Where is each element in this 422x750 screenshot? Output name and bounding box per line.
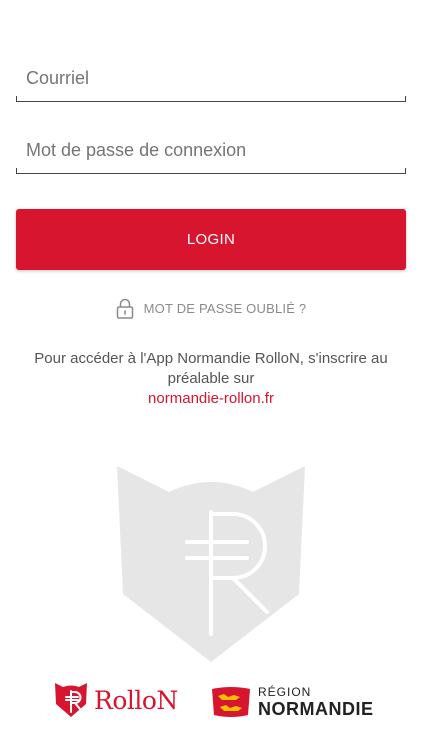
normandie-label: NORMANDIE xyxy=(258,699,374,719)
login-button[interactable]: LOGIN xyxy=(16,209,406,270)
signup-info: Pour accéder à l'App Normandie RolloN, s… xyxy=(20,349,402,409)
forgot-password-label: MOT DE PASSE OUBLIÉ ? xyxy=(143,301,307,316)
password-field-wrapper xyxy=(16,130,406,174)
footer-logos: RolloN RÉGION NORMANDIE xyxy=(0,682,422,722)
rollon-wordmark: RolloN xyxy=(94,685,178,715)
region-normandie-text: RÉGION NORMANDIE xyxy=(258,686,374,718)
forgot-password-link[interactable]: MOT DE PASSE OUBLIÉ ? xyxy=(0,298,422,319)
rollon-shield-watermark xyxy=(113,462,309,671)
region-label: RÉGION xyxy=(258,685,312,699)
login-screen: LOGIN MOT DE PASSE OUBLIÉ ? Pour accéder… xyxy=(0,0,422,750)
signup-info-text: Pour accéder à l'App Normandie RolloN, s… xyxy=(34,350,388,387)
lock-icon xyxy=(116,298,134,319)
signup-website-link[interactable]: normandie-rollon.fr xyxy=(20,389,402,409)
email-field-wrapper xyxy=(16,58,406,102)
rollon-logo: RolloN xyxy=(54,682,178,718)
normandy-flag-icon xyxy=(212,687,250,717)
rollon-shield-icon xyxy=(55,683,87,717)
password-field-underline xyxy=(16,168,406,174)
email-field[interactable] xyxy=(16,58,406,98)
email-field-underline xyxy=(16,96,406,102)
password-field[interactable] xyxy=(16,130,406,170)
region-normandie-logo: RÉGION NORMANDIE xyxy=(210,685,374,719)
